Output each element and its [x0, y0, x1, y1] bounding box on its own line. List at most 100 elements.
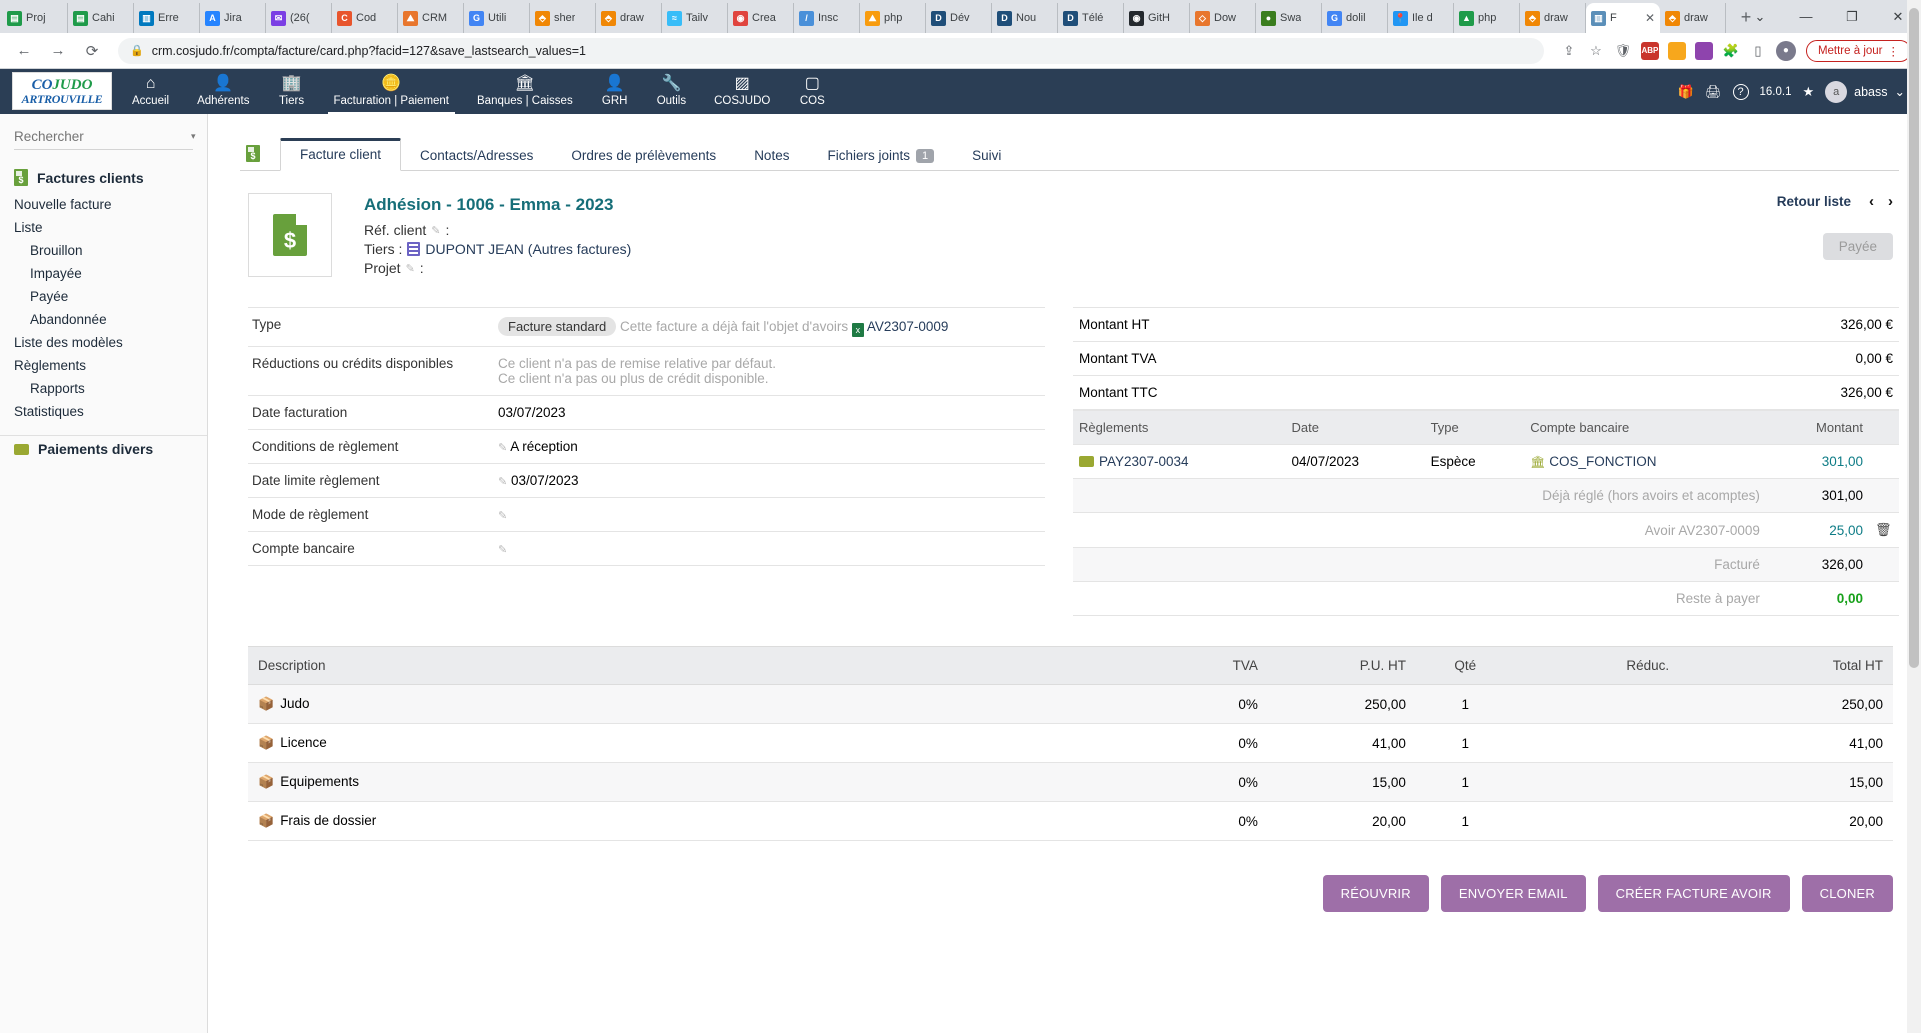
browser-tab[interactable]: ● Swa: [1256, 3, 1322, 33]
browser-tab[interactable]: ✉ (26(: [266, 3, 332, 33]
help-icon[interactable]: ?: [1732, 83, 1749, 100]
tab-list-button[interactable]: ⌄: [1737, 0, 1783, 33]
browser-tab[interactable]: ⬘ draw: [596, 3, 662, 33]
close-icon[interactable]: ✕: [1645, 11, 1655, 25]
edit-pencil-icon[interactable]: ✎: [498, 442, 507, 454]
browser-tab[interactable]: Gdolil: [1322, 3, 1388, 33]
action-button-créer-facture-avoir[interactable]: CRÉER FACTURE AVOIR: [1597, 875, 1790, 912]
delete-icon[interactable]: 🗑: [1875, 522, 1892, 537]
action-button-cloner[interactable]: CLONER: [1801, 875, 1893, 912]
gift-icon[interactable]: 🎁: [1678, 84, 1694, 100]
sidebar-search[interactable]: ▾: [14, 129, 196, 150]
browser-tab[interactable]: ⛰ CRM: [398, 3, 464, 33]
browser-tab[interactable]: C Cod: [332, 3, 398, 33]
share-icon[interactable]: ⇪: [1560, 42, 1578, 60]
sidebar-item-abandonn-e[interactable]: Abandonnée: [0, 308, 207, 331]
summary-action[interactable]: 🗑: [1869, 512, 1899, 548]
purple-extension-icon[interactable]: [1694, 41, 1713, 60]
sidebar-item-liste-des-mod-les[interactable]: Liste des modèles: [0, 331, 207, 354]
browser-tab[interactable]: ≈ Tailv: [662, 3, 728, 33]
nav-item-cosjudo[interactable]: ▨ COSJUDO: [700, 69, 784, 114]
print-icon[interactable]: 🖨: [1705, 84, 1722, 100]
previous-record-icon[interactable]: ‹: [1869, 193, 1874, 210]
sidebar-section-paiements-divers[interactable]: Paiements divers: [0, 436, 207, 464]
app-logo[interactable]: COJUDO ARTROUVILLE: [12, 72, 112, 110]
maximize-button[interactable]: ❐: [1829, 0, 1875, 33]
browser-tab[interactable]: A Jira: [200, 3, 266, 33]
sidebar-item-statistiques[interactable]: Statistiques: [0, 400, 207, 423]
nav-item-accueil[interactable]: ⌂ Accueil: [118, 69, 183, 114]
browser-tab[interactable]: ◉ GitH: [1124, 3, 1190, 33]
browser-tab[interactable]: / Insc: [794, 3, 860, 33]
browser-tab[interactable]: D Télé: [1058, 3, 1124, 33]
browser-tab[interactable]: D Dév: [926, 3, 992, 33]
nav-item-banques-caisses[interactable]: 🏛 Banques | Caisses: [463, 69, 587, 114]
tab-facture-client[interactable]: Facture client: [280, 138, 402, 171]
payment-account-link[interactable]: COS_FONCTION: [1549, 454, 1656, 469]
browser-tab[interactable]: 📍 Ile d: [1388, 3, 1454, 33]
edit-pencil-icon[interactable]: ✎: [498, 510, 507, 522]
sidebar-item-rapports[interactable]: Rapports: [0, 377, 207, 400]
reload-icon[interactable]: ⟳: [78, 37, 106, 65]
user-menu[interactable]: a abass ⌄: [1825, 80, 1905, 103]
back-to-list-link[interactable]: Retour liste: [1777, 194, 1851, 209]
page-scrollbar[interactable]: [1907, 0, 1921, 1033]
action-button-réouvrir[interactable]: RÉOUVRIR: [1322, 875, 1429, 912]
nav-item-outils[interactable]: 🔧 Outils: [643, 69, 700, 114]
nav-item-adh-rents[interactable]: 👤 Adhérents: [183, 69, 263, 114]
sidebar-section-factures-clients[interactable]: Factures clients: [0, 164, 207, 193]
browser-tab[interactable]: ▲ php: [1454, 3, 1520, 33]
search-input[interactable]: [14, 129, 191, 144]
browser-tab[interactable]: ◉ Crea: [728, 3, 794, 33]
back-icon[interactable]: ←: [10, 37, 38, 65]
browser-tab[interactable]: ⬘ draw: [1660, 3, 1726, 33]
browser-tab[interactable]: ▤ Proj: [2, 3, 68, 33]
tab-suivi[interactable]: Suivi: [953, 140, 1020, 171]
profile-avatar[interactable]: ●: [1775, 40, 1796, 61]
sidebar-item-nouvelle-facture[interactable]: Nouvelle facture: [0, 193, 207, 216]
address-bar[interactable]: 🔒 crm.cosjudo.fr/compta/facture/card.php…: [118, 37, 1544, 64]
credit-note-link[interactable]: AV2307-0009: [867, 319, 949, 334]
sidebar-item-pay-e[interactable]: Payée: [0, 285, 207, 308]
edit-pencil-icon[interactable]: ✎: [431, 224, 440, 237]
browser-tab[interactable]: ▥ F ✕: [1586, 3, 1660, 33]
action-button-envoyer-email[interactable]: ENVOYER EMAIL: [1440, 875, 1586, 912]
next-record-icon[interactable]: ›: [1888, 193, 1893, 210]
browser-tab[interactable]: D Nou: [992, 3, 1058, 33]
abp-extension-icon[interactable]: ABP: [1640, 41, 1659, 60]
browser-tab[interactable]: ⛰ php: [860, 3, 926, 33]
payment-ref-link[interactable]: PAY2307-0034: [1099, 454, 1189, 469]
sidebar-item-liste[interactable]: Liste: [0, 216, 207, 239]
sidebar-item-r-glements[interactable]: Règlements: [0, 354, 207, 377]
nav-item-grh[interactable]: 👤 GRH: [587, 69, 643, 114]
shield-icon[interactable]: 🛡: [1614, 42, 1632, 60]
tab-notes[interactable]: Notes: [735, 140, 808, 171]
nav-item-facturation-paiement[interactable]: 🪙 Facturation | Paiement: [320, 69, 464, 114]
sidebar-item-impay-e[interactable]: Impayée: [0, 262, 207, 285]
extensions-icon[interactable]: 🧩: [1722, 42, 1740, 60]
star-bookmark-icon[interactable]: ★: [1803, 84, 1815, 100]
update-button[interactable]: Mettre à jour ⋮: [1805, 39, 1911, 62]
tab-fichiers-joints[interactable]: Fichiers joints 1: [808, 140, 953, 171]
update-menu-icon[interactable]: ⋮: [1888, 44, 1900, 58]
tiers-link[interactable]: DUPONT JEAN (Autres factures): [425, 241, 631, 257]
scrollbar-thumb[interactable]: [1909, 8, 1919, 668]
forward-icon[interactable]: →: [44, 37, 72, 65]
edit-pencil-icon[interactable]: ✎: [498, 476, 507, 488]
nav-item-tiers[interactable]: 🏢 Tiers: [264, 69, 320, 114]
nav-item-cos[interactable]: ▢ COS: [784, 69, 840, 114]
star-icon[interactable]: ☆: [1587, 42, 1605, 60]
orange-extension-icon[interactable]: [1667, 41, 1686, 60]
side-panel-icon[interactable]: ▯: [1749, 42, 1767, 60]
edit-pencil-icon[interactable]: ✎: [406, 262, 415, 275]
browser-tab[interactable]: ⬘ sher: [530, 3, 596, 33]
edit-pencil-icon[interactable]: ✎: [498, 544, 507, 556]
tab-ordres-de-pr-l-vements[interactable]: Ordres de prélèvements: [552, 140, 735, 171]
browser-tab[interactable]: ▥ Erre: [134, 3, 200, 33]
browser-tab[interactable]: ▤ Cahi: [68, 3, 134, 33]
browser-tab[interactable]: ◇ Dow: [1190, 3, 1256, 33]
browser-tab[interactable]: ⬘ draw: [1520, 3, 1586, 33]
tab-contacts-adresses[interactable]: Contacts/Adresses: [401, 140, 552, 171]
chevron-down-icon[interactable]: ▾: [191, 131, 196, 142]
sidebar-item-brouillon[interactable]: Brouillon: [0, 239, 207, 262]
